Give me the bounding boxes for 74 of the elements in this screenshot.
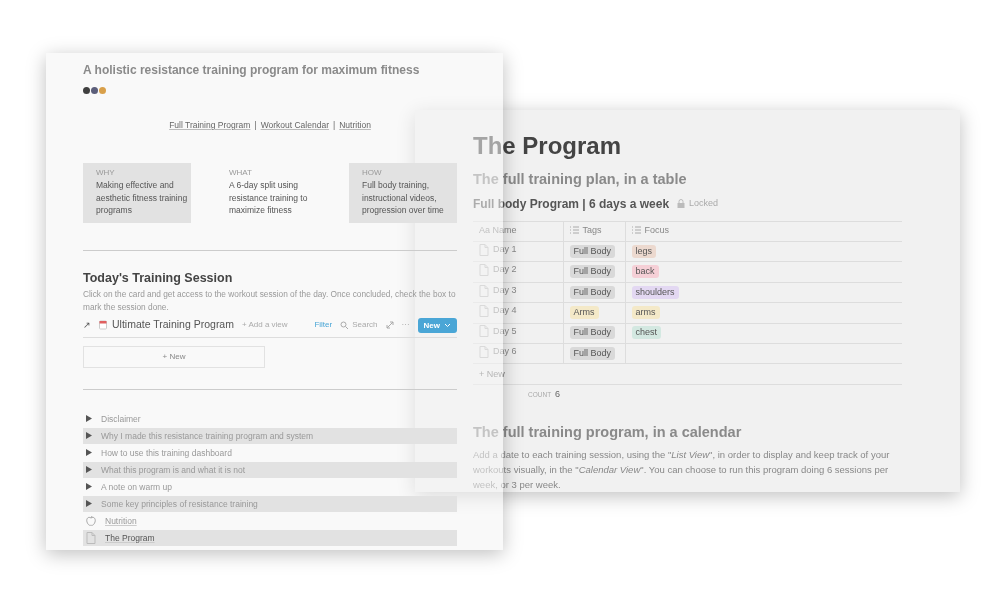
callout-heading: WHY (96, 166, 116, 179)
filter-button[interactable]: Filter (314, 319, 333, 332)
add-view-button[interactable]: + Add a view (241, 319, 288, 332)
document-icon (479, 264, 489, 277)
apple-icon (86, 515, 96, 527)
triangle-icon (86, 466, 92, 474)
column-header: Tags (582, 223, 602, 237)
callout-heading: WHAT (229, 166, 253, 179)
triangle-icon (86, 449, 92, 457)
link-arrow[interactable]: ↗ (83, 318, 91, 333)
tag: Full Body (569, 265, 616, 279)
toggle-row[interactable]: What this program is and what it is not (83, 462, 457, 478)
view-title: Ultimate Training Program (112, 317, 234, 333)
toggle-row[interactable]: Why I made this resistance training program and system (83, 428, 457, 444)
separator: | (333, 119, 336, 132)
callout-text: Making effective and aesthetic fitness training programs (96, 178, 189, 217)
document-icon (479, 243, 489, 256)
database-title: Full body Program | 6 days a week (473, 195, 670, 213)
expand-icon[interactable] (385, 321, 394, 330)
document-icon (479, 345, 489, 358)
page-subtitle: A holistic resistance training program for maximum fitness (83, 62, 421, 79)
more-button[interactable]: ··· (401, 319, 410, 332)
row-name: Day 3 (493, 283, 517, 297)
lock-label: Locked (689, 196, 719, 210)
document-icon (479, 325, 489, 338)
toggle-row[interactable]: Some key principles of resistance training (83, 496, 457, 512)
triangle-icon (86, 432, 92, 440)
callout-heading: HOW (362, 166, 383, 179)
toggle-row[interactable]: A note on warm up (83, 479, 457, 495)
link[interactable]: Full Training Program (169, 119, 251, 132)
column-header: Focus (644, 223, 669, 237)
row-name: Day 4 (493, 304, 517, 318)
document-icon (479, 284, 489, 297)
caret-icon (444, 322, 451, 328)
triangle-icon (86, 415, 92, 423)
tag: Arms (569, 306, 599, 320)
row-name: Day 5 (493, 324, 517, 338)
document-icon (86, 531, 96, 544)
callout-text: A 6-day split using resistance training to maximize fitness (229, 178, 309, 217)
tag: Full Body (569, 285, 616, 299)
document-icon (479, 304, 489, 317)
tag: arms (631, 306, 660, 320)
count-value: 6 (555, 388, 561, 402)
toggle-row[interactable]: How to use this training dashboard (83, 445, 457, 461)
tag: shoulders (631, 285, 679, 299)
new-card-button[interactable]: + New (83, 346, 265, 369)
tag: back (631, 265, 659, 279)
calendar-icon (99, 320, 107, 331)
row-name: Day 1 (493, 243, 517, 256)
search-button[interactable]: Search (340, 319, 378, 332)
list-icon (569, 226, 579, 235)
separator: | (254, 119, 257, 132)
new-row-button[interactable]: + New (479, 368, 505, 379)
tag: legs (631, 244, 656, 258)
tag: chest (631, 326, 661, 340)
paragraph: Click on the card and get access to the workout session of the day. Once concluded, check the box to mark the session done. (83, 287, 457, 314)
section-heading: Today's Training Session (83, 270, 234, 287)
search-icon (340, 321, 349, 330)
link[interactable]: Nutrition (339, 119, 371, 132)
tag: Full Body (569, 244, 616, 258)
tag: Full Body (569, 326, 616, 340)
row-name: Day 6 (493, 344, 517, 358)
triangle-icon (86, 483, 92, 491)
toggle-row[interactable]: Disclaimer (83, 411, 457, 427)
triangle-icon (86, 500, 92, 508)
callout-text: Full body training, instructional videos, progression over time (362, 178, 445, 217)
page-title: The Program (473, 132, 623, 161)
lock-icon (677, 198, 686, 209)
toggle-row[interactable]: The Program (83, 530, 457, 546)
link[interactable]: Workout Calendar (260, 119, 329, 132)
tag: Full Body (569, 346, 616, 360)
row-name: Day 2 (493, 263, 517, 277)
toggle-row[interactable]: Nutrition (83, 513, 457, 529)
list-icon (631, 226, 641, 235)
